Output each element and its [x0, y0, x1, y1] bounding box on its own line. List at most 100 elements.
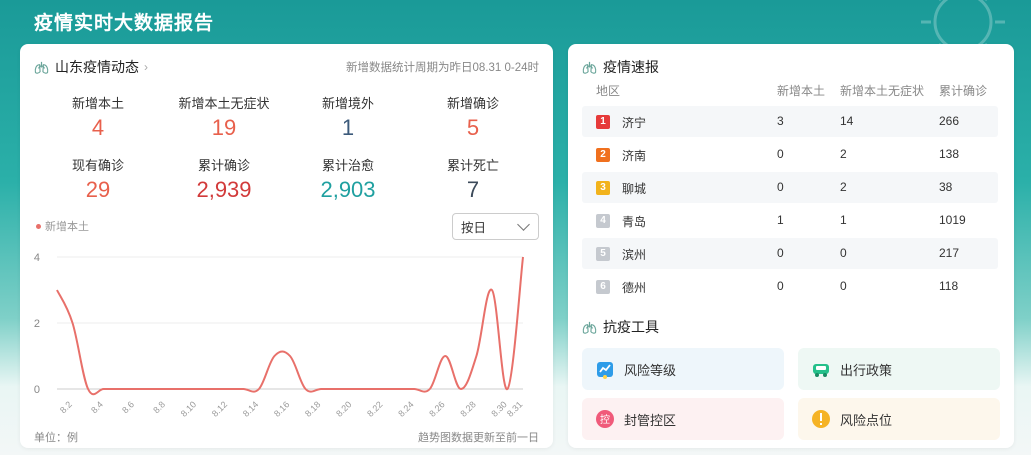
- risk-level-icon: [597, 362, 613, 379]
- cell-total: 118: [939, 279, 959, 293]
- x-tick-label: 8.6: [120, 399, 136, 415]
- chevron-right-icon: ›: [144, 60, 148, 74]
- col-region: 地区: [596, 84, 621, 98]
- stat-item: 累计治愈 2,903: [293, 155, 403, 203]
- stat-value: 2,939: [196, 177, 252, 202]
- x-tick-label: 8.20: [334, 399, 353, 418]
- stat-item: 现有确诊 29: [43, 155, 153, 203]
- report-row[interactable]: 5 滨州 0 0 217: [582, 238, 998, 269]
- cell-new-local: 0: [777, 246, 784, 260]
- tool-label: 封管控区: [624, 412, 677, 428]
- period-select-value: 按日: [461, 221, 487, 235]
- stat-item: 新增境外 1: [293, 93, 403, 141]
- rank-badge: 1: [596, 115, 610, 129]
- report-title: 疫情速报: [603, 59, 659, 75]
- x-tick-label: 8.24: [396, 399, 415, 418]
- control-zone-icon: 控: [596, 410, 614, 428]
- col-new-local: 新增本土: [777, 84, 826, 98]
- tool-control-zone-button[interactable]: 控 封管控区: [582, 398, 784, 440]
- report-row[interactable]: 6 德州 0 0 118: [582, 271, 998, 302]
- stat-label: 新增境外: [321, 96, 374, 111]
- x-tick-label: 8.22: [365, 399, 384, 418]
- svg-text:控: 控: [600, 413, 610, 426]
- tool-travel-policy-button[interactable]: 出行政策: [798, 348, 1000, 390]
- lung-icon: [34, 61, 49, 74]
- col-asym: 新增本土无症状: [840, 84, 925, 98]
- tools-title: 抗疫工具: [603, 319, 659, 335]
- x-tick-label: 8.31: [505, 399, 524, 418]
- tool-label: 风险点位: [840, 412, 893, 428]
- period-select[interactable]: 按日: [452, 213, 539, 240]
- stat-value: 5: [466, 115, 480, 140]
- cell-asym: 2: [840, 147, 847, 161]
- stat-item: 累计确诊 2,939: [169, 155, 279, 203]
- stat-value: 4: [91, 115, 105, 140]
- cell-region: 聊城: [622, 182, 647, 196]
- stat-item: 新增本土无症状 19: [169, 93, 279, 141]
- lung-icon: [582, 321, 597, 334]
- stat-value: 1: [341, 115, 355, 140]
- rank-badge: 4: [596, 214, 610, 228]
- report-header: 疫情速报: [582, 57, 659, 77]
- stat-item: 新增本土 4: [43, 93, 153, 141]
- cell-new-local: 1: [777, 213, 784, 227]
- report-row[interactable]: 4 青岛 1 1 1019: [582, 205, 998, 236]
- cell-region: 济南: [622, 149, 647, 163]
- y-tick-label: 4: [34, 252, 40, 264]
- stat-label: 现有确诊: [71, 158, 124, 173]
- x-tick-label: 8.2: [58, 399, 74, 415]
- cell-total: 38: [939, 180, 953, 194]
- page-title: 疫情实时大数据报告: [34, 13, 215, 34]
- cell-asym: 1: [840, 213, 847, 227]
- legend-dot: [36, 223, 41, 229]
- stat-label: 累计治愈: [321, 158, 374, 173]
- report-row[interactable]: 3 聊城 0 2 38: [582, 172, 998, 203]
- unit-note: 单位：例: [34, 432, 78, 444]
- report-row[interactable]: 2 济南 0 2 138: [582, 139, 998, 170]
- x-tick-label: 8.4: [89, 399, 105, 415]
- report-row[interactable]: 1 济宁 3 14 266: [582, 106, 998, 137]
- dynamics-card: 山东疫情动态 › 新增数据统计周期为昨日08.31 0-24时 新增本土 4 新增本…: [20, 44, 553, 448]
- rank-badge: 3: [596, 181, 610, 195]
- warning-icon: [812, 410, 830, 428]
- rank-badge: 6: [596, 280, 610, 294]
- tool-label: 风险等级: [624, 362, 677, 378]
- update-note: 趋势图数据更新至前一日: [418, 432, 539, 444]
- cell-new-local: 3: [777, 114, 784, 128]
- stat-item: 新增确诊 5: [418, 93, 528, 141]
- cell-region: 德州: [622, 281, 647, 295]
- x-tick-label: 8.28: [458, 399, 477, 418]
- stat-item: 累计死亡 7: [418, 155, 528, 203]
- tool-risk-level-button[interactable]: 风险等级: [582, 348, 784, 390]
- tool-risk-point-button[interactable]: 风险点位: [798, 398, 1000, 440]
- x-tick-label: 8.14: [241, 399, 260, 418]
- chart-legend: 新增本土: [36, 218, 89, 234]
- cell-new-local: 0: [777, 147, 784, 161]
- stat-label: 新增本土: [71, 96, 124, 111]
- stat-value: 29: [85, 177, 111, 202]
- dynamics-header[interactable]: 山东疫情动态 ›: [34, 57, 148, 77]
- legend-label: 新增本土: [45, 221, 89, 233]
- cell-asym: 14: [840, 114, 854, 128]
- tools-header: 抗疫工具: [582, 317, 659, 337]
- stat-value: 2,903: [320, 177, 376, 202]
- stat-label: 新增确诊: [446, 96, 499, 111]
- stat-value: 19: [211, 115, 237, 140]
- cell-region: 滨州: [622, 248, 647, 262]
- stat-label: 新增本土无症状: [178, 96, 270, 111]
- cell-new-local: 0: [777, 180, 784, 194]
- period-note: 新增数据统计周期为昨日08.31 0-24时: [346, 62, 539, 74]
- cell-asym: 0: [840, 246, 847, 260]
- x-tick-label: 8.30: [489, 399, 508, 418]
- x-tick-label: 8.26: [427, 399, 446, 418]
- report-card: 疫情速报 地区 新增本土 新增本土无症状 累计确诊 1 济宁 3 14 266 2 济南 0 2…: [568, 44, 1014, 448]
- x-tick-label: 8.18: [303, 399, 322, 418]
- cell-new-local: 0: [777, 279, 784, 293]
- chevron-down-icon: [517, 217, 530, 231]
- cell-asym: 2: [840, 180, 847, 194]
- cell-region: 青岛: [622, 215, 647, 229]
- x-tick-label: 8.8: [151, 399, 167, 415]
- x-tick-label: 8.10: [179, 399, 198, 418]
- stat-label: 累计死亡: [446, 158, 499, 173]
- cell-total: 138: [939, 147, 960, 161]
